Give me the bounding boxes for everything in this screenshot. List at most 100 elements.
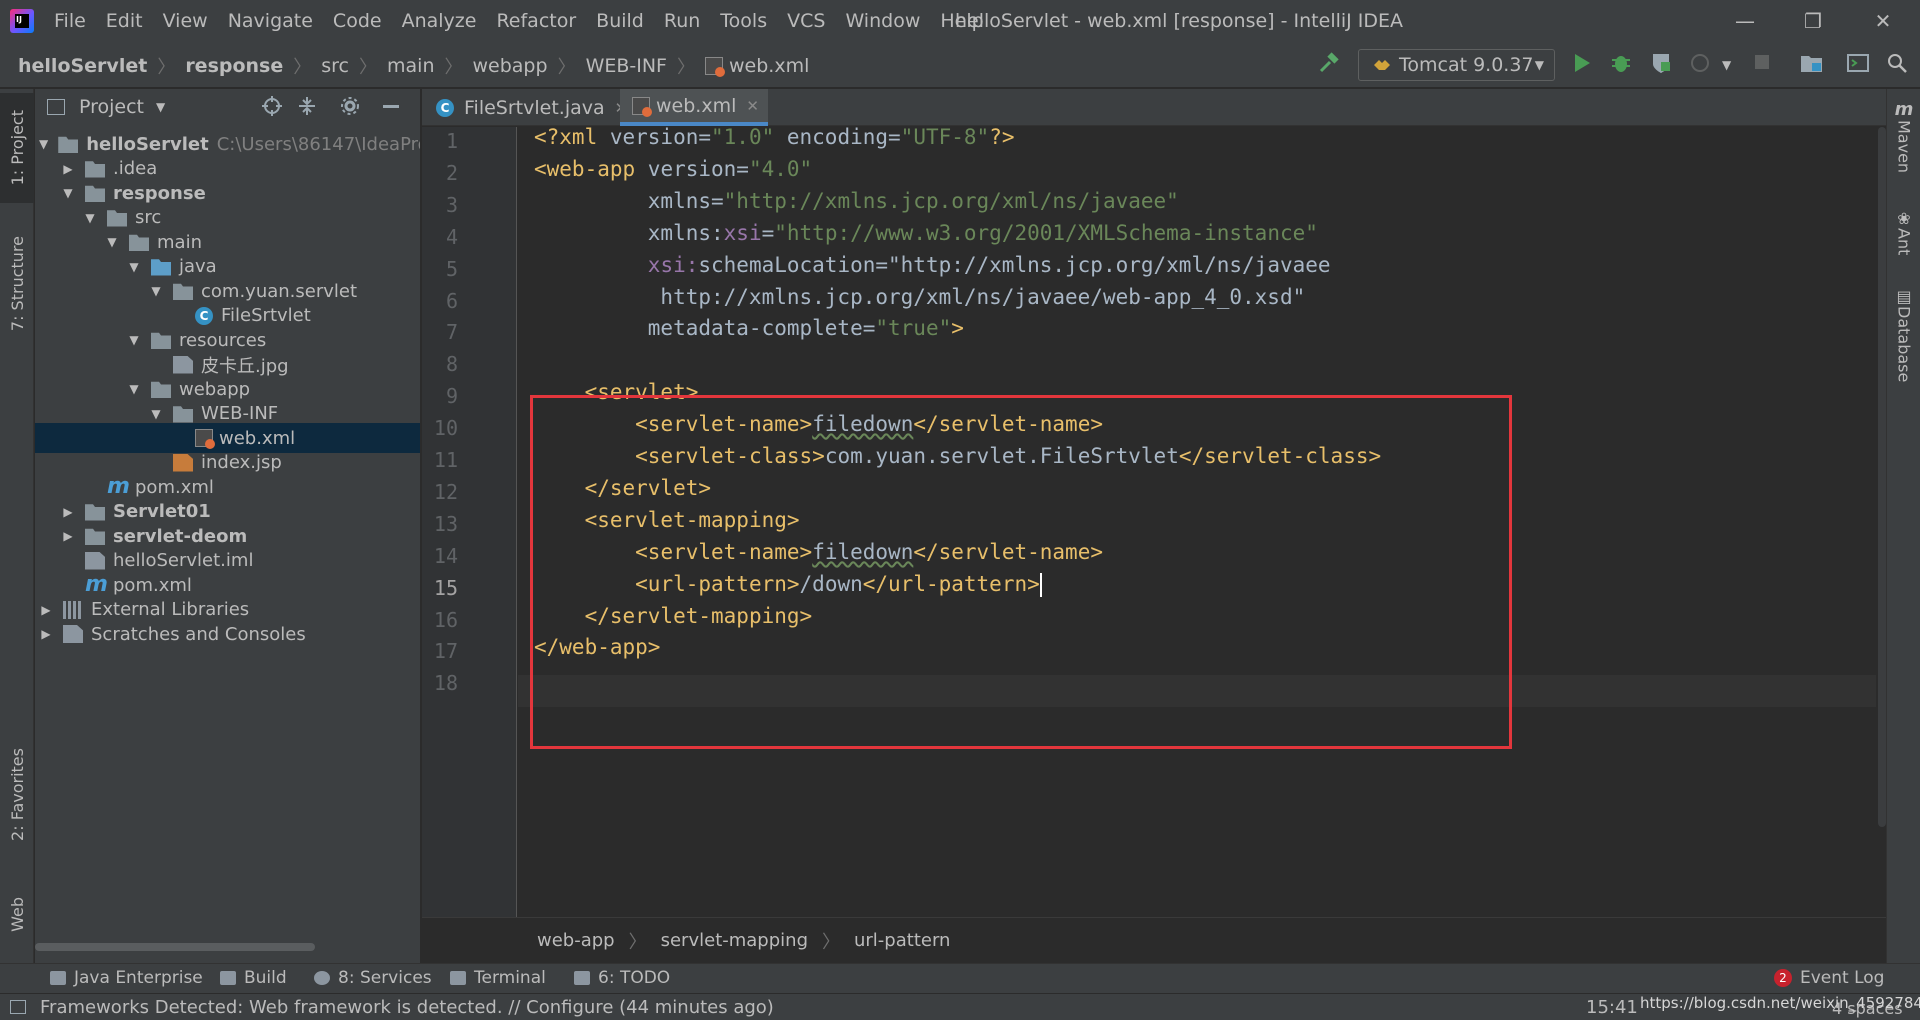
project-panel: Project ▼ ▼ helloServlet C:\Users\86147\Id… [35, 89, 420, 969]
code-line[interactable]: metadata-complete="true"> [534, 316, 964, 340]
minimize-icon[interactable]: — [1732, 8, 1758, 34]
caret-position[interactable]: 15:41 [1586, 997, 1638, 1018]
close-tab-icon[interactable]: ✕ [746, 97, 759, 115]
more-run-chevron-icon[interactable]: ▼ [1722, 58, 1731, 72]
line-number: 7 [445, 320, 458, 345]
editor-breadcrumb-item[interactable]: url-pattern [854, 930, 950, 951]
line-number: 16 [433, 607, 458, 632]
menu-item-run[interactable]: Run [664, 10, 700, 32]
breadcrumb-item[interactable]: helloServlet [18, 55, 147, 77]
chevron-right-icon[interactable]: ▶ [61, 162, 75, 176]
chevron-right-icon[interactable]: ▶ [61, 505, 75, 519]
todo-icon [574, 971, 590, 985]
chevron-right-icon[interactable]: ▶ [39, 603, 53, 617]
restore-icon[interactable]: ❐ [1800, 8, 1826, 34]
tree-node[interactable]: ▶ Scratches and Consoles [35, 619, 420, 649]
run-icon[interactable] [1572, 52, 1592, 74]
chevron-down-icon[interactable]: ▼ [61, 186, 75, 200]
chevron-down-icon[interactable]: ▼ [149, 407, 163, 421]
menu-item-vcs[interactable]: VCS [787, 10, 825, 32]
tab-web-xml[interactable]: web.xml ✕ [620, 89, 768, 126]
hide-panel-icon[interactable] [383, 105, 399, 108]
project-horizontal-scrollbar[interactable] [35, 943, 315, 951]
chevron-down-icon[interactable]: ▼ [127, 260, 141, 274]
breadcrumb-item[interactable]: response [185, 55, 283, 77]
project-panel-title[interactable]: Project [79, 96, 144, 118]
menu-item-edit[interactable]: Edit [106, 10, 143, 32]
menu-item-code[interactable]: Code [333, 10, 382, 32]
event-log[interactable]: 2 Event Log [1774, 968, 1884, 988]
breadcrumb-item[interactable]: main [387, 55, 434, 77]
menu-item-build[interactable]: Build [596, 10, 644, 32]
tab-maven-tool[interactable]: m Maven [1887, 99, 1920, 173]
chevron-right-icon[interactable]: ▶ [39, 627, 53, 641]
tab-favorites-tool[interactable]: 2: Favorites [0, 729, 34, 859]
folder-icon [173, 406, 193, 423]
editor-breadcrumb-item[interactable]: servlet-mapping [661, 930, 808, 951]
menu-item-file[interactable]: File [54, 10, 86, 32]
profile-icon[interactable] [1690, 52, 1712, 74]
code-line[interactable]: <web-app version="4.0" [534, 157, 812, 181]
code-line[interactable]: xsi:schemaLocation="http://xmlns.jcp.org… [534, 253, 1331, 277]
chevron-down-icon[interactable]: ▼ [127, 382, 141, 396]
code-editor[interactable]: 1 2 3 4 5 6 7 8 9 10 11 12 13 14 15 16 17 18 <?xml versio… [422, 127, 1886, 917]
toggle-tool-windows-icon[interactable] [10, 1000, 26, 1014]
code-line[interactable]: <?xml version="1.0" encoding="UTF-8"?> [534, 127, 1014, 149]
tool-terminal[interactable]: Terminal [450, 968, 546, 988]
file-icon [63, 625, 83, 643]
chevron-down-icon[interactable]: ▼ [149, 284, 163, 298]
menu-item-refactor[interactable]: Refactor [496, 10, 576, 32]
debug-icon[interactable] [1610, 52, 1632, 74]
run-configuration-select[interactable]: Tomcat 9.0.37 ▼ [1358, 49, 1555, 81]
breadcrumb-item[interactable]: src [321, 55, 349, 77]
locate-icon[interactable] [261, 95, 283, 117]
search-icon[interactable] [1886, 52, 1908, 74]
menu-item-navigate[interactable]: Navigate [228, 10, 313, 32]
tab-ant-tool[interactable]: ❀ Ant [1887, 209, 1920, 255]
build-hammer-icon[interactable] [1318, 52, 1340, 74]
close-icon[interactable]: ✕ [1870, 8, 1896, 34]
gear-icon[interactable] [339, 95, 361, 117]
tool-todo[interactable]: 6: TODO [574, 968, 670, 988]
chevron-down-icon[interactable]: ▼ [156, 100, 165, 114]
collapse-all-icon[interactable] [297, 95, 317, 117]
tool-build[interactable]: Build [220, 968, 287, 988]
terminal-run-icon[interactable] [1846, 52, 1870, 74]
breadcrumb-item[interactable]: webapp [473, 55, 548, 77]
tab-filesrtvlet-java[interactable]: C FileSrtvlet.java ✕ [424, 89, 627, 126]
menu-item-analyze[interactable]: Analyze [402, 10, 477, 32]
jsp-file-icon [173, 453, 193, 472]
menu-item-window[interactable]: Window [845, 10, 920, 32]
chevron-down-icon[interactable]: ▼ [105, 235, 119, 249]
tab-structure-tool[interactable]: 7: Structure [0, 224, 34, 344]
tab-web-tool[interactable]: Web [0, 874, 34, 954]
code-line[interactable]: http://xmlns.jcp.org/xml/ns/javaee/web-a… [534, 285, 1305, 309]
tab-database-tool[interactable]: ▤ Database [1887, 287, 1920, 382]
status-message[interactable]: Frameworks Detected: Web framework is de… [40, 997, 774, 1018]
folder-icon [151, 381, 171, 398]
tree-node-label: com.yuan.servlet [201, 280, 358, 302]
chevron-down-icon[interactable]: ▼ [83, 211, 97, 225]
breadcrumb-separator-icon: 〉 [444, 57, 463, 78]
tool-java-enterprise-label: Java Enterprise [74, 968, 203, 988]
tab-project-tool[interactable]: 1: Project [0, 93, 34, 203]
breadcrumb-item[interactable]: web.xml [729, 55, 809, 77]
coverage-icon[interactable] [1650, 52, 1672, 74]
code-line[interactable]: xmlns:xsi="http://www.w3.org/2001/XMLSch… [534, 221, 1318, 245]
editor-vertical-scrollbar[interactable] [1876, 127, 1886, 917]
code-line[interactable]: xmlns="http://xmlns.jcp.org/xml/ns/javae… [534, 189, 1179, 213]
editor-breadcrumb-item[interactable]: web-app [537, 930, 615, 951]
file-icon [85, 551, 105, 570]
java-class-icon: C [436, 98, 454, 117]
tool-services[interactable]: 8: Services [314, 968, 432, 988]
chevron-down-icon[interactable]: ▼ [127, 333, 141, 347]
project-structure-icon[interactable] [1800, 52, 1824, 74]
chevron-down-icon[interactable]: ▼ [39, 137, 48, 151]
menu-item-tools[interactable]: Tools [720, 10, 767, 32]
hammer-icon [220, 971, 236, 985]
tool-java-enterprise[interactable]: Java Enterprise [50, 968, 203, 988]
tool-terminal-label: Terminal [474, 968, 546, 988]
menu-item-view[interactable]: View [163, 10, 208, 32]
chevron-right-icon[interactable]: ▶ [61, 529, 75, 543]
breadcrumb-item[interactable]: WEB-INF [586, 55, 667, 77]
